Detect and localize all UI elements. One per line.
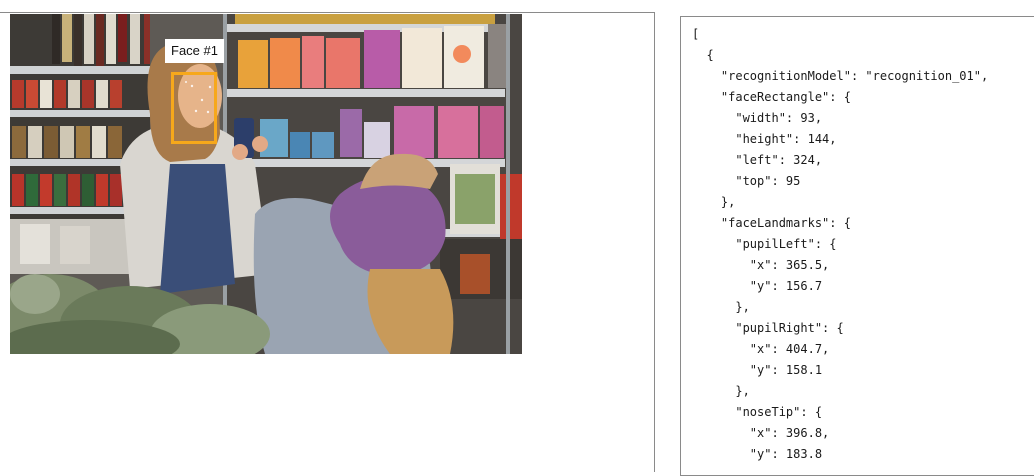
image-panel: Face #1 bbox=[0, 12, 655, 472]
json-output-text: [ { "recognitionModel": "recognition_01"… bbox=[681, 17, 1034, 465]
json-line: { bbox=[692, 48, 714, 62]
json-line: "pupilLeft": { bbox=[692, 237, 837, 251]
json-line: "height": 144, bbox=[692, 132, 837, 146]
json-line: "noseTip": { bbox=[692, 405, 823, 419]
face-label: Face #1 bbox=[165, 39, 224, 63]
json-line: [ bbox=[692, 27, 700, 41]
json-line: "faceRectangle": { bbox=[692, 90, 851, 104]
json-line: }, bbox=[692, 384, 750, 398]
analyzed-photo bbox=[10, 14, 522, 354]
json-output-panel[interactable]: [ { "recognitionModel": "recognition_01"… bbox=[680, 16, 1034, 476]
json-line: "x": 396.8, bbox=[692, 426, 830, 440]
json-line: "pupilRight": { bbox=[692, 321, 844, 335]
json-line: }, bbox=[692, 195, 736, 209]
json-line: "y": 156.7 bbox=[692, 279, 823, 293]
json-line: }, bbox=[692, 300, 750, 314]
json-line: "x": 365.5, bbox=[692, 258, 830, 272]
json-line: "recognitionModel": "recognition_01", bbox=[692, 69, 989, 83]
json-line: "left": 324, bbox=[692, 153, 823, 167]
json-line: "faceLandmarks": { bbox=[692, 216, 851, 230]
json-line: "top": 95 bbox=[692, 174, 801, 188]
face-bounding-box bbox=[171, 72, 217, 144]
json-line: "width": 93, bbox=[692, 111, 823, 125]
json-line: "x": 404.7, bbox=[692, 342, 830, 356]
json-line: "y": 183.8 bbox=[692, 447, 823, 461]
json-line: "y": 158.1 bbox=[692, 363, 823, 377]
